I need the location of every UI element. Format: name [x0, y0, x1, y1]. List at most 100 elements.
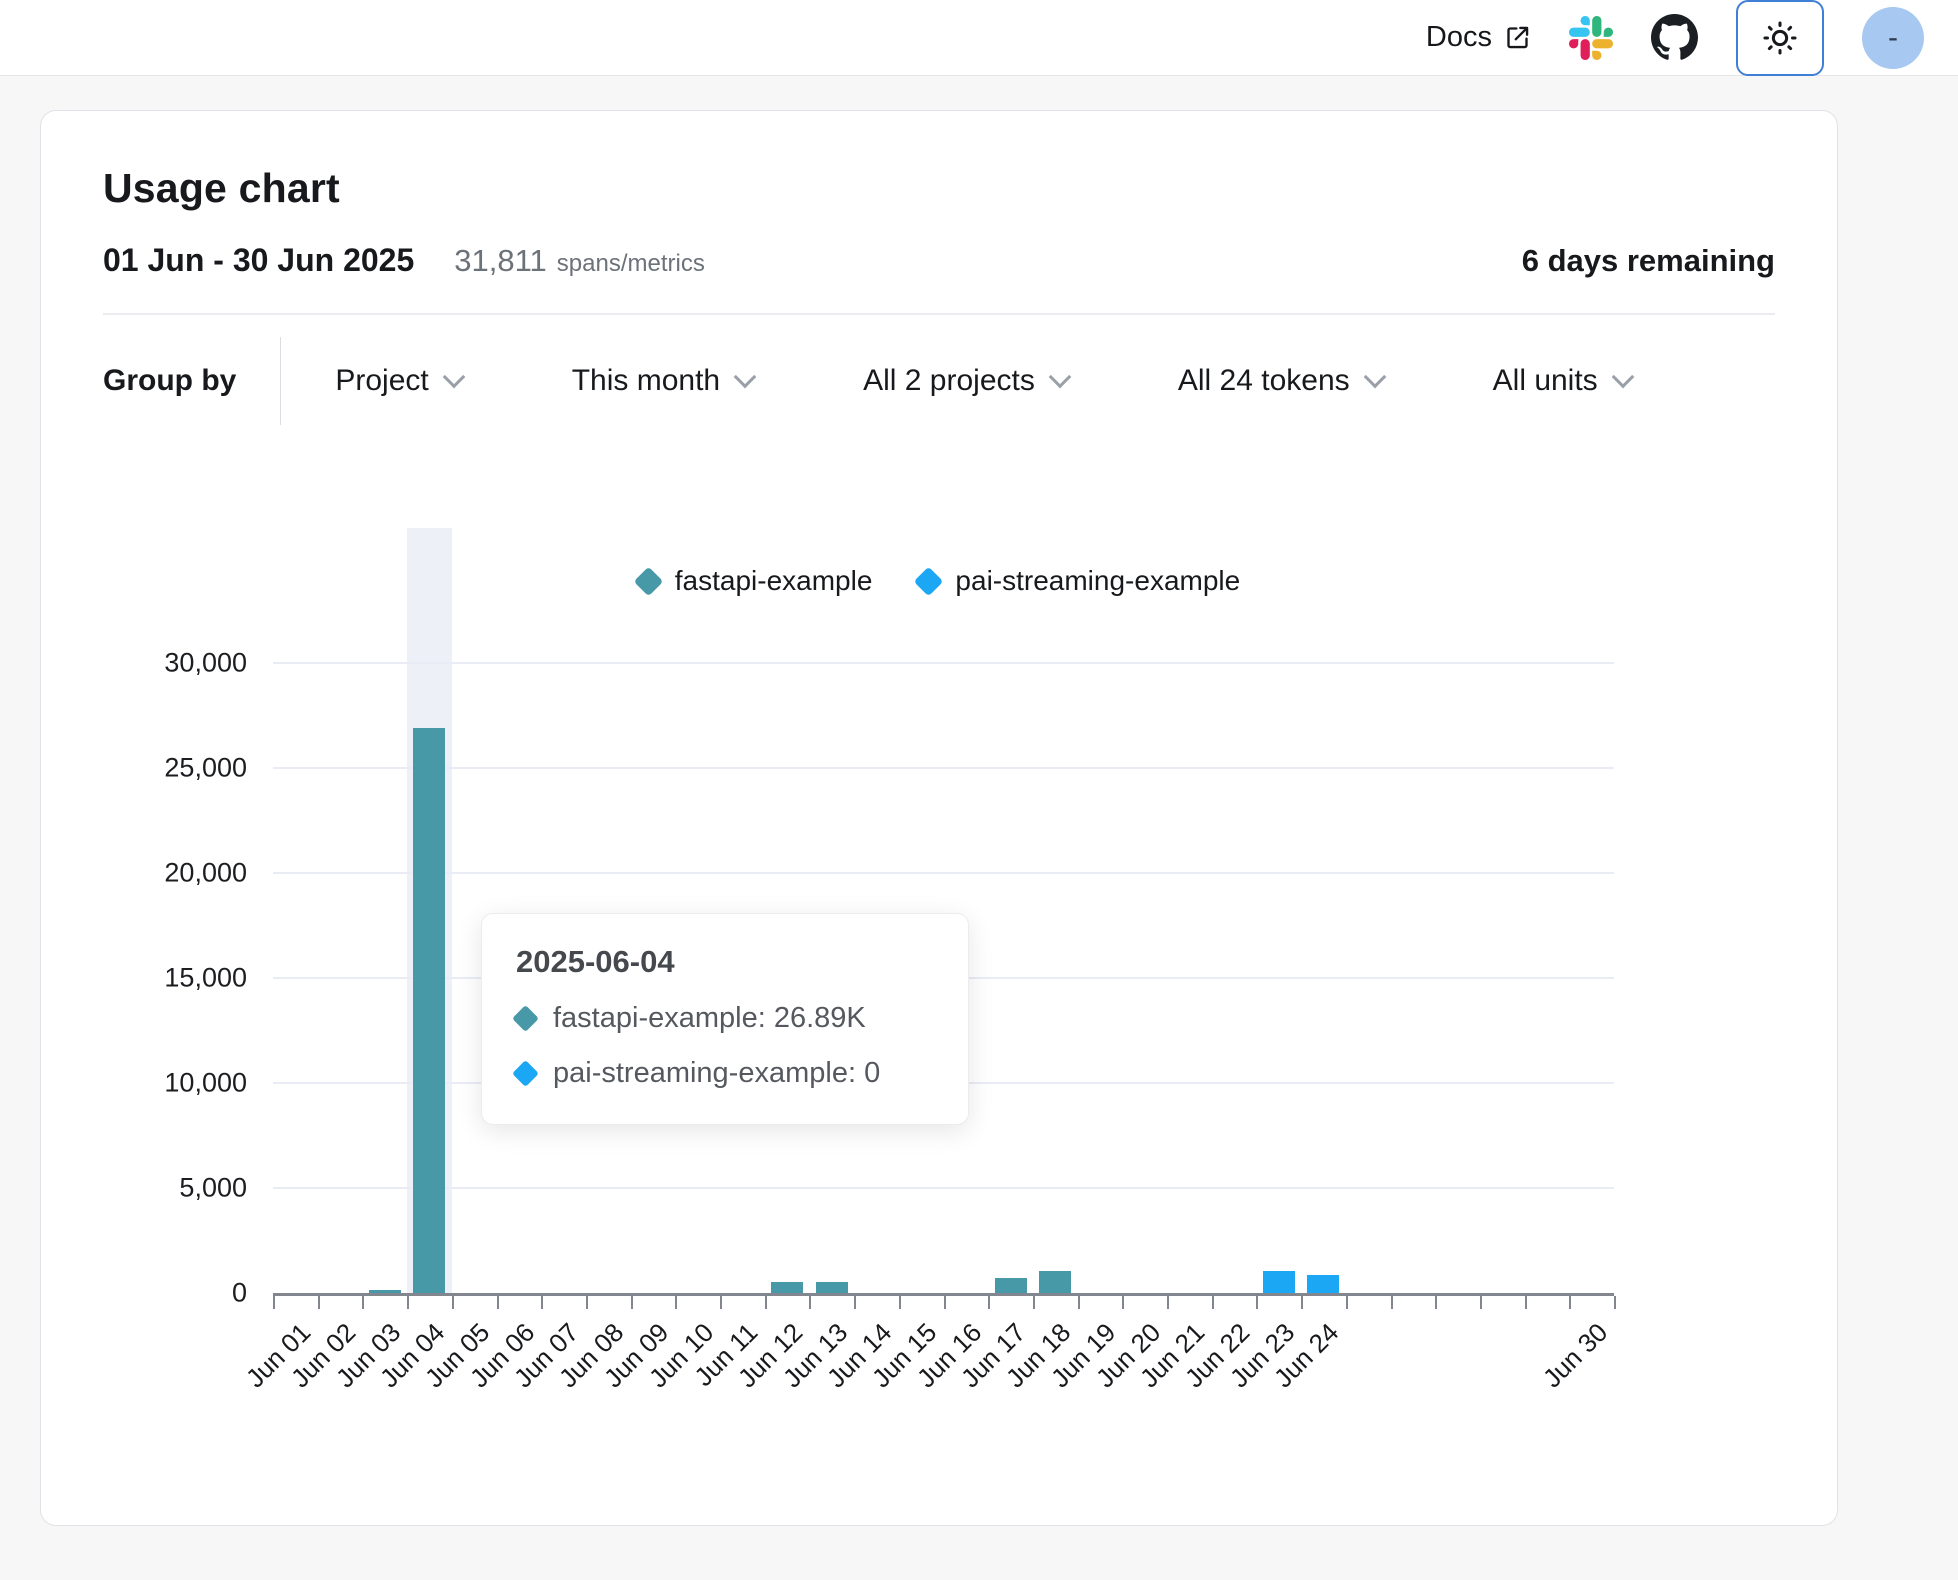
- filter-dropdown-project[interactable]: Project: [335, 364, 461, 398]
- page-title: Usage chart: [103, 165, 1775, 212]
- x-axis-tick: [854, 1296, 856, 1309]
- legend-diamond-icon: [633, 566, 663, 596]
- tooltip-row: fastapi-example: 26.89K: [516, 1002, 934, 1035]
- y-tick-label: 15,000: [41, 963, 247, 994]
- x-axis-tick: [1033, 1296, 1035, 1309]
- dropdown-value: This month: [572, 364, 720, 398]
- tooltip-text: fastapi-example: 26.89K: [553, 1002, 866, 1035]
- x-axis-tick: [1391, 1296, 1393, 1309]
- x-axis-tick: [988, 1296, 990, 1309]
- header-divider: [103, 313, 1775, 315]
- bar-pai-streaming-example-jun-23[interactable]: [1263, 1271, 1295, 1293]
- bar-pai-streaming-example-jun-24[interactable]: [1307, 1275, 1339, 1293]
- gridline: [273, 662, 1614, 664]
- x-axis-tick: [1256, 1296, 1258, 1309]
- x-axis-tick: [1301, 1296, 1303, 1309]
- chevron-down-icon: [1049, 366, 1072, 389]
- x-axis-tick: [1525, 1296, 1527, 1309]
- tooltip-diamond-icon: [512, 1005, 539, 1032]
- legend-label: fastapi-example: [675, 565, 873, 597]
- theme-toggle-button[interactable]: [1736, 0, 1824, 76]
- gridline: [273, 1187, 1614, 1189]
- x-axis-tick: [631, 1296, 633, 1309]
- external-link-icon: [1504, 24, 1531, 51]
- tooltip-text: pai-streaming-example: 0: [553, 1057, 880, 1090]
- legend-diamond-icon: [914, 566, 944, 596]
- tooltip-date: 2025-06-04: [516, 944, 934, 980]
- chevron-down-icon: [1363, 366, 1386, 389]
- chevron-down-icon: [734, 366, 757, 389]
- legend-item-fastapi-example[interactable]: fastapi-example: [638, 565, 873, 597]
- x-axis-tick: [1346, 1296, 1348, 1309]
- legend-label: pai-streaming-example: [955, 565, 1240, 597]
- bar-fastapi-example-jun-12[interactable]: [771, 1282, 803, 1293]
- filter-dropdown-all-24-tokens[interactable]: All 24 tokens: [1178, 364, 1383, 398]
- bar-fastapi-example-jun-17[interactable]: [995, 1278, 1027, 1293]
- sun-icon: [1761, 19, 1799, 57]
- x-axis-tick: [1212, 1296, 1214, 1309]
- topbar: Docs -: [0, 0, 1958, 76]
- legend-item-pai-streaming-example[interactable]: pai-streaming-example: [918, 565, 1240, 597]
- y-tick-label: 5,000: [41, 1173, 247, 1204]
- x-axis-tick: [1614, 1296, 1616, 1309]
- x-axis-tick: [720, 1296, 722, 1309]
- x-axis-tick: [944, 1296, 946, 1309]
- x-axis-tick: [1569, 1296, 1571, 1309]
- x-axis-tick: [675, 1296, 677, 1309]
- x-axis-tick: [541, 1296, 543, 1309]
- avatar[interactable]: -: [1862, 7, 1924, 69]
- date-range: 01 Jun - 30 Jun 2025: [103, 242, 414, 279]
- bar-fastapi-example-jun-13[interactable]: [816, 1282, 848, 1293]
- y-tick-label: 20,000: [41, 858, 247, 889]
- y-tick-label: 25,000: [41, 753, 247, 784]
- dropdown-value: All 2 projects: [863, 364, 1035, 398]
- x-axis-tick: [899, 1296, 901, 1309]
- filter-row: Group by Project This month All 2 projects…: [103, 335, 1775, 427]
- chart-tooltip: 2025-06-04 fastapi-example: 26.89K pai-st…: [481, 913, 969, 1125]
- slack-icon[interactable]: [1569, 16, 1613, 60]
- x-axis-tick: [1480, 1296, 1482, 1309]
- x-tick-label: Jun 30: [1536, 1317, 1613, 1394]
- docs-label: Docs: [1426, 21, 1492, 54]
- github-icon[interactable]: [1651, 14, 1698, 61]
- filter-dropdown-all-units[interactable]: All units: [1493, 364, 1631, 398]
- tooltip-diamond-icon: [512, 1060, 539, 1087]
- x-axis-tick: [586, 1296, 588, 1309]
- filter-dropdown-all-2-projects[interactable]: All 2 projects: [863, 364, 1068, 398]
- dropdown-value: All 24 tokens: [1178, 364, 1350, 398]
- chart-legend: fastapi-example pai-streaming-example: [41, 565, 1837, 597]
- dropdown-value: All units: [1493, 364, 1598, 398]
- x-axis-tick: [809, 1296, 811, 1309]
- chevron-down-icon: [442, 366, 465, 389]
- filter-dropdown-this-month[interactable]: This month: [572, 364, 753, 398]
- x-axis-tick: [407, 1296, 409, 1309]
- x-axis-tick: [452, 1296, 454, 1309]
- bar-fastapi-example-jun-18[interactable]: [1039, 1271, 1071, 1293]
- dropdown-value: Project: [335, 364, 428, 398]
- x-axis-tick: [362, 1296, 364, 1309]
- x-axis-tick: [1435, 1296, 1437, 1309]
- tooltip-row: pai-streaming-example: 0: [516, 1057, 934, 1090]
- days-remaining: 6 days remaining: [1522, 243, 1775, 279]
- total-unit: spans/metrics: [557, 250, 705, 278]
- usage-chart-card: Usage chart 01 Jun - 30 Jun 2025 31,811 …: [40, 110, 1838, 1526]
- y-tick-label: 10,000: [41, 1068, 247, 1099]
- usage-bar-chart: fastapi-example pai-streaming-example 0 5,…: [41, 509, 1837, 1525]
- chevron-down-icon: [1611, 366, 1634, 389]
- meta-row: 01 Jun - 30 Jun 2025 31,811 spans/metric…: [103, 242, 1775, 279]
- filter-divider: [280, 337, 281, 425]
- x-axis-tick: [1167, 1296, 1169, 1309]
- gridline: [273, 767, 1614, 769]
- x-axis-tick: [1078, 1296, 1080, 1309]
- docs-link[interactable]: Docs: [1426, 21, 1531, 54]
- group-by-label: Group by: [103, 364, 236, 398]
- x-axis-tick: [1122, 1296, 1124, 1309]
- gridline: [273, 872, 1614, 874]
- y-tick-label: 0: [41, 1278, 247, 1309]
- x-axis-tick: [318, 1296, 320, 1309]
- total-count: 31,811: [454, 243, 547, 279]
- x-axis-tick: [273, 1296, 275, 1309]
- y-tick-label: 30,000: [41, 648, 247, 679]
- bar-fastapi-example-jun-04[interactable]: [413, 728, 445, 1293]
- x-axis-tick: [765, 1296, 767, 1309]
